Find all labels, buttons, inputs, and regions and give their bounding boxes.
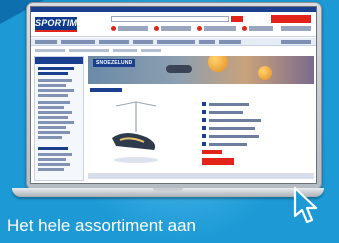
bullet-icon <box>202 118 206 122</box>
header-link-dot <box>242 26 247 31</box>
order-button <box>202 158 234 165</box>
bullet-icon <box>202 142 206 146</box>
sidebar-item <box>38 153 72 156</box>
nav-item <box>99 40 129 44</box>
nav-item <box>219 40 241 44</box>
nav-item <box>35 40 57 44</box>
search-button <box>231 16 243 22</box>
header-link-dot <box>111 26 116 31</box>
feature-text <box>209 135 259 138</box>
nav-item <box>61 40 95 44</box>
sidebar-item <box>38 79 72 82</box>
cart-button <box>271 15 311 23</box>
sidebar-item <box>38 106 64 109</box>
feature-text <box>209 103 249 106</box>
sidebar-item <box>38 116 68 119</box>
sidebar-item <box>38 136 62 139</box>
laptop-base <box>12 188 324 197</box>
main-navigation <box>31 38 316 46</box>
sidebar-heading <box>35 57 83 64</box>
header-link <box>204 26 236 31</box>
nav-item <box>157 40 195 44</box>
category-sidebar <box>34 56 84 181</box>
product-image <box>112 101 158 163</box>
sidebar-item <box>38 84 66 87</box>
sidebar-item <box>38 94 68 97</box>
sidebar-item <box>38 121 74 124</box>
sidebar-item <box>38 163 70 166</box>
sidebar-subheading <box>38 147 68 150</box>
breadcrumb-item <box>113 49 137 52</box>
bullet-icon <box>202 134 206 138</box>
search-input <box>111 16 229 22</box>
nav-item <box>199 40 215 44</box>
product-content: SNOEZELUND <box>88 56 314 181</box>
feature-text <box>209 127 255 130</box>
nav-item <box>281 40 311 44</box>
breadcrumb <box>31 47 316 54</box>
sidebar-item <box>38 101 70 104</box>
header-link <box>249 26 273 31</box>
sidebar-item <box>38 67 74 70</box>
feature-text <box>209 111 243 114</box>
feature-text <box>209 143 247 146</box>
bullet-icon <box>202 110 206 114</box>
product-title <box>90 88 122 92</box>
banner-ball <box>208 56 228 72</box>
mouse-cursor-icon <box>293 186 318 224</box>
bullet-icon <box>202 102 206 106</box>
site-logo: SPORTIME <box>35 17 84 30</box>
bullet-icon <box>202 126 206 130</box>
logo-swoosh <box>35 30 77 32</box>
header-link <box>161 26 191 31</box>
banner-figure <box>166 65 192 73</box>
sidebar-item <box>38 111 72 114</box>
footer-strip <box>88 173 314 179</box>
banner-label: SNOEZELUND <box>93 59 136 67</box>
header-link <box>118 26 148 31</box>
breadcrumb-item <box>69 49 109 52</box>
caption-text: Het hele assortiment aan <box>7 216 196 235</box>
sidebar-item <box>38 168 64 171</box>
feature-text <box>209 119 261 122</box>
header-link-dot <box>197 26 202 31</box>
laptop-notch <box>153 188 183 191</box>
price-label <box>202 150 222 154</box>
header-link <box>281 26 311 31</box>
site-header: SPORTIME <box>31 12 316 37</box>
sidebar-item <box>38 131 70 134</box>
banner-ball <box>258 66 272 80</box>
breadcrumb-item <box>35 49 65 52</box>
sidebar-item <box>38 126 66 129</box>
header-link-dot <box>154 26 159 31</box>
sidebar-item <box>38 89 74 92</box>
laptop-screen: SPORTIME SNOEZELUND <box>30 6 317 184</box>
nav-item <box>133 40 153 44</box>
sidebar-item <box>38 72 68 75</box>
category-banner: SNOEZELUND <box>88 56 314 84</box>
sidebar-item <box>38 158 66 161</box>
breadcrumb-item <box>141 49 161 52</box>
